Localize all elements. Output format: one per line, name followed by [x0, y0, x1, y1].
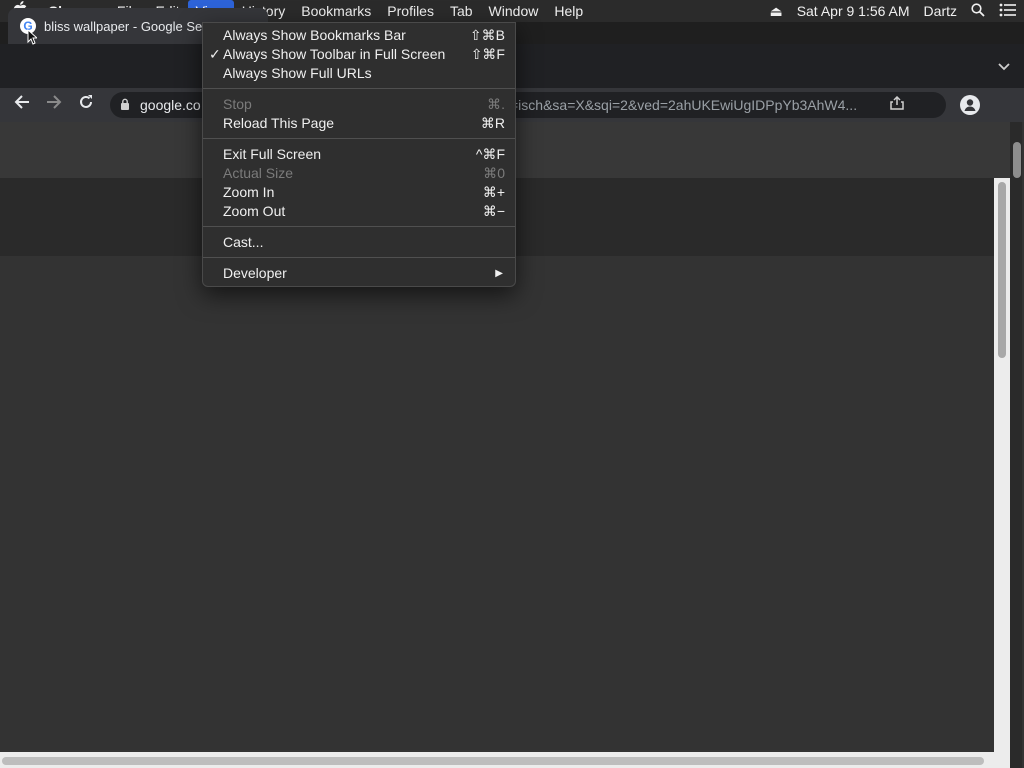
url-query: =isch&sa=X&sqi=2&ved=2ahUKEwiUgIDPpYb3Ah… — [510, 97, 858, 113]
menu-item-label: Always Show Full URLs — [223, 65, 372, 81]
menu-help[interactable]: Help — [546, 0, 591, 22]
menu-tab[interactable]: Tab — [442, 0, 481, 22]
page-vertical-scrollbar[interactable] — [994, 178, 1010, 752]
forward-arrow-icon[interactable] — [43, 94, 65, 115]
profile-avatar-icon[interactable] — [960, 95, 980, 115]
menu-item-shortcut: ⌘− — [482, 203, 505, 219]
menu-item-always-show-full-urls[interactable]: Always Show Full URLs — [203, 64, 515, 83]
menu-item-label: Cast... — [223, 234, 264, 250]
menu-item-zoom-out[interactable]: Zoom Out ⌘− — [203, 202, 515, 221]
menu-item-always-show-toolbar-full-screen[interactable]: ✓ Always Show Toolbar in Full Screen ⇧⌘F — [203, 45, 515, 64]
menu-item-reload-this-page[interactable]: Reload This Page ⌘R — [203, 114, 515, 133]
menu-item-actual-size: Actual Size ⌘0 — [203, 164, 515, 183]
menu-item-label: Always Show Bookmarks Bar — [223, 27, 406, 43]
menu-bar-extras: ⏏ Sat Apr 9 1:56 AM Dartz — [762, 0, 1024, 22]
reload-icon[interactable] — [75, 94, 97, 115]
menu-separator — [203, 257, 515, 258]
menu-separator — [203, 226, 515, 227]
eject-icon[interactable]: ⏏ — [762, 3, 789, 20]
menu-item-shortcut: ⌘+ — [482, 184, 505, 200]
menu-item-shortcut: ⇧⌘B — [469, 27, 505, 43]
menu-item-cast[interactable]: Cast... — [203, 233, 515, 252]
url-host: google.co — [140, 97, 201, 113]
view-menu-dropdown: Always Show Bookmarks Bar ⇧⌘B ✓ Always S… — [202, 22, 516, 287]
menu-item-shortcut: ⇧⌘F — [470, 46, 505, 62]
menu-item-always-show-bookmarks-bar[interactable]: Always Show Bookmarks Bar ⇧⌘B — [203, 26, 515, 45]
tab-search-chevron-icon[interactable] — [998, 58, 1010, 74]
menu-item-shortcut: ⌘. — [487, 96, 505, 112]
lock-icon[interactable] — [120, 98, 130, 113]
menu-profiles[interactable]: Profiles — [379, 0, 442, 22]
menu-item-shortcut: ⌘R — [480, 115, 505, 131]
menu-item-label: Reload This Page — [223, 115, 335, 131]
menu-item-developer[interactable]: Developer ▶ — [203, 264, 515, 283]
checkmark-icon: ✓ — [209, 46, 221, 62]
submenu-arrow-icon: ▶ — [495, 268, 503, 279]
menu-item-shortcut: ^⌘F — [475, 146, 505, 162]
menu-item-stop: Stop ⌘. — [203, 95, 515, 114]
menu-item-label: Developer — [223, 265, 287, 281]
menu-item-label: Actual Size — [223, 165, 294, 181]
menu-item-label: Zoom Out — [223, 203, 286, 219]
menu-item-zoom-in[interactable]: Zoom In ⌘+ — [203, 183, 515, 202]
control-center-icon[interactable] — [992, 3, 1024, 20]
page-horizontal-scrollbar[interactable] — [0, 752, 1010, 768]
scrollbar-thumb[interactable] — [2, 757, 984, 765]
menu-item-label: Exit Full Screen — [223, 146, 322, 162]
share-icon[interactable] — [890, 95, 904, 113]
menu-item-exit-full-screen[interactable]: Exit Full Screen ^⌘F — [203, 145, 515, 164]
back-arrow-icon[interactable] — [11, 94, 33, 115]
menu-window[interactable]: Window — [481, 0, 547, 22]
menu-item-shortcut: ⌘0 — [483, 165, 505, 181]
clock[interactable]: Sat Apr 9 1:56 AM — [790, 3, 917, 19]
scrollbar-thumb[interactable] — [998, 182, 1006, 358]
menu-item-label: Zoom In — [223, 184, 275, 200]
menu-separator — [203, 138, 515, 139]
window-vertical-scrollbar[interactable] — [1010, 122, 1022, 768]
menu-separator — [203, 88, 515, 89]
user-name[interactable]: Dartz — [917, 3, 964, 19]
scrollbar-thumb[interactable] — [1013, 142, 1021, 178]
spotlight-search-icon[interactable] — [964, 2, 992, 20]
menu-item-label: Always Show Toolbar in Full Screen — [223, 46, 446, 62]
page-content — [0, 256, 994, 752]
mouse-cursor-icon — [27, 29, 37, 45]
menu-item-label: Stop — [223, 96, 252, 112]
menu-bookmarks[interactable]: Bookmarks — [293, 0, 379, 22]
tab-title: bliss wallpaper - Google Sea — [44, 18, 210, 34]
